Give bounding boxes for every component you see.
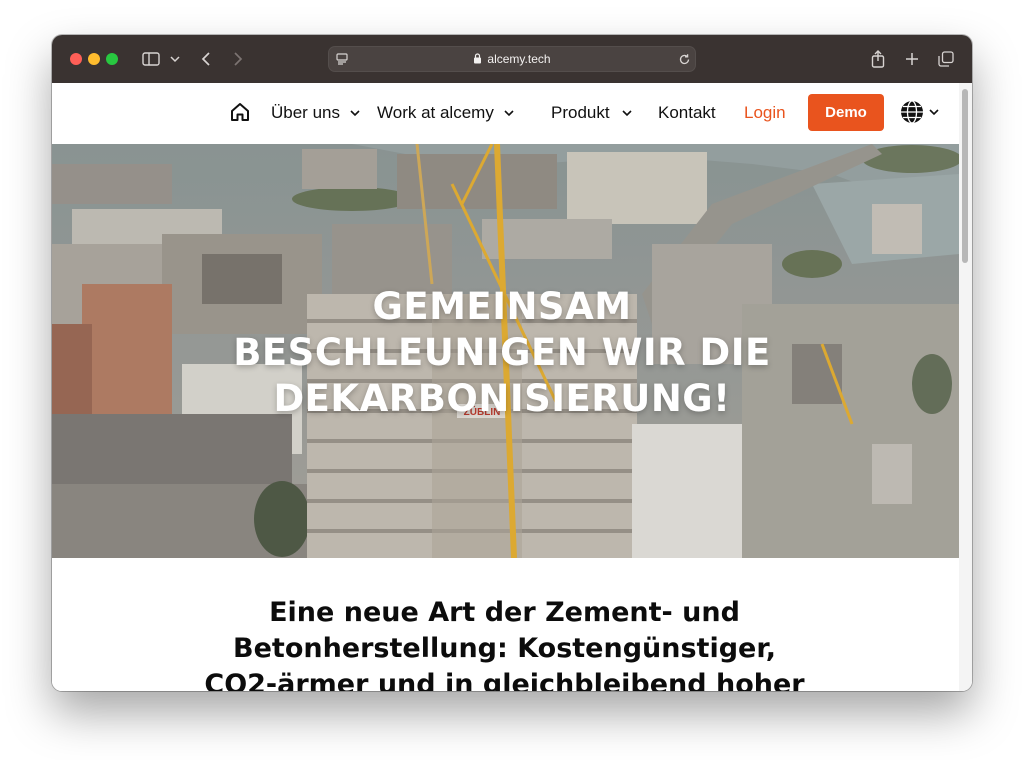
chevron-down-icon[interactable] [168,51,182,67]
lock-icon [474,53,482,64]
nav-item-kontakt[interactable]: Kontakt [658,101,716,125]
nav-item-label: Kontakt [658,103,716,122]
close-window-button[interactable] [70,53,82,65]
intro-heading-line: Eine neue Art der Zement- und [269,597,740,628]
nav-item-ueber-uns[interactable]: Über uns [271,101,361,125]
login-link[interactable]: Login [744,101,786,125]
chevron-down-icon [929,109,939,116]
browser-window: alcemy.tech Über uns Work at alcemy Prod… [52,35,972,691]
chevron-down-icon [350,110,360,117]
zoom-window-button[interactable] [106,53,118,65]
scrollbar-thumb[interactable] [962,89,968,263]
chevron-down-icon [504,110,514,117]
url-display: alcemy.tech [328,46,696,72]
hero-banner: ZÜBLIN GEMEINSAM BESCHLEUNIGEN WIR DIE D… [52,144,959,558]
hero-title-line: GEMEINSAM [372,285,632,328]
hero-title-line: DEKARBONISIERUNG! [273,377,731,420]
url-text: alcemy.tech [487,52,551,66]
hero-title-line: BESCHLEUNIGEN WIR DIE [233,331,771,374]
new-tab-icon[interactable] [902,49,922,69]
site-navigation: Über uns Work at alcemy Produkt Kontakt … [52,83,959,144]
nav-item-label: Über uns [271,103,340,122]
forward-icon[interactable] [230,49,246,69]
nav-item-label: Produkt [551,103,610,122]
address-bar[interactable]: alcemy.tech [328,46,696,72]
tab-overview-icon[interactable] [936,49,956,69]
intro-heading-line: Betonherstellung: Kostengünstiger, [233,633,776,664]
intro-section: Eine neue Art der Zement- und Betonherst… [52,558,959,691]
demo-button[interactable]: Demo [808,94,884,131]
minimize-window-button[interactable] [88,53,100,65]
hero-title: GEMEINSAM BESCHLEUNIGEN WIR DIE DEKARBON… [202,284,802,422]
browser-titlebar: alcemy.tech [52,35,972,83]
nav-item-work-at-alcemy[interactable]: Work at alcemy [377,101,515,125]
intro-heading-line: CO2-ärmer und in gleichbleibend hoher [204,669,805,691]
back-icon[interactable] [198,49,214,69]
chevron-down-icon [622,110,632,117]
nav-item-produkt[interactable]: Produkt [551,101,633,125]
globe-icon [901,100,923,124]
page-scrollbar[interactable] [959,83,972,691]
home-icon[interactable] [228,100,252,124]
nav-item-label: Work at alcemy [377,103,494,122]
reload-icon[interactable] [676,51,692,67]
webpage: Über uns Work at alcemy Produkt Kontakt … [52,83,972,691]
share-icon[interactable] [868,48,888,70]
sidebar-toggle-icon[interactable] [140,49,162,69]
language-selector[interactable] [900,100,940,124]
intro-heading: Eine neue Art der Zement- und Betonherst… [202,595,807,691]
